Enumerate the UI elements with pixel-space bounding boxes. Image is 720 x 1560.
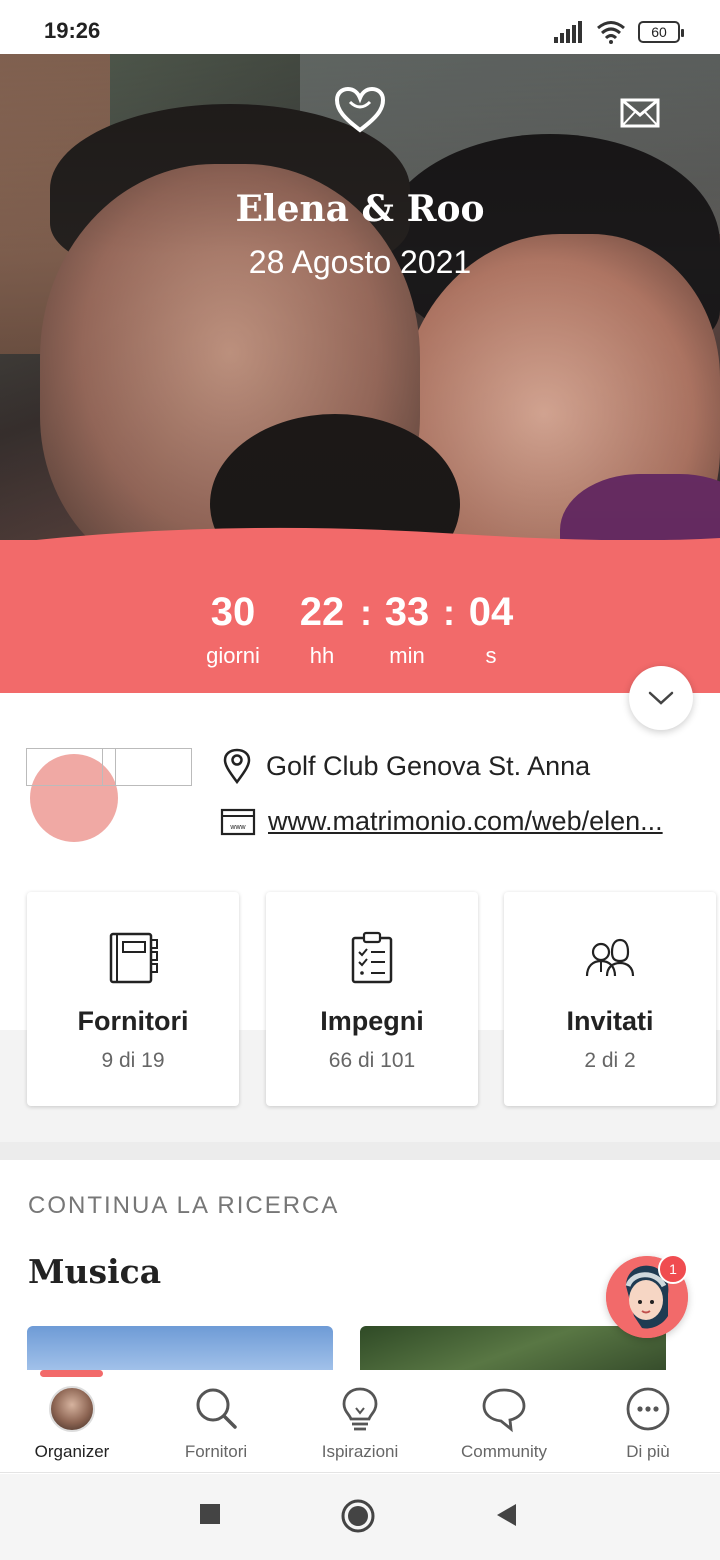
nav-item-di-piu[interactable]: Di più [576, 1384, 720, 1462]
guests-icon [585, 938, 635, 977]
countdown-days-value: 30 [210, 590, 256, 634]
music-thumbnail[interactable] [27, 1326, 333, 1376]
card-fornitori[interactable]: Fornitori 9 di 19 [27, 892, 239, 1106]
music-thumbnail[interactable] [360, 1326, 666, 1376]
countdown-hours-label: hh [309, 643, 335, 668]
venue-row[interactable]: Golf Club Genova St. Anna [220, 748, 590, 784]
web-browser-icon: www [220, 808, 256, 835]
mail-icon[interactable] [620, 98, 660, 128]
countdown-minutes-label: min [389, 643, 425, 668]
status-bar: 19:26 60 [0, 0, 720, 54]
card-impegni[interactable]: Impegni 66 di 101 [266, 892, 478, 1106]
back-icon[interactable] [494, 1502, 518, 1528]
nav-item-organizer[interactable]: Organizer [0, 1384, 144, 1462]
couple-photos[interactable] [26, 748, 196, 848]
nav-label: Organizer [34, 1442, 110, 1461]
active-tab-indicator [40, 1370, 103, 1377]
countdown-hours: 22 hh [277, 590, 367, 669]
recents-icon[interactable] [198, 1502, 222, 1526]
nav-label: Community [461, 1442, 547, 1461]
more-icon [626, 1387, 670, 1431]
countdown-seconds: 04 s [446, 590, 536, 669]
battery-icon: 60 [638, 21, 684, 43]
search-icon [196, 1388, 237, 1429]
card-title: Impegni [320, 1006, 424, 1036]
wifi-icon [597, 21, 625, 44]
countdown-seconds-value: 04 [468, 590, 514, 634]
card-title: Invitati [566, 1006, 654, 1036]
card-count: 2 di 2 [584, 1049, 636, 1072]
notebook-icon [109, 932, 158, 984]
card-count: 9 di 19 [101, 1049, 165, 1072]
expand-button[interactable] [629, 666, 693, 730]
countdown-seconds-label: s [485, 643, 497, 668]
countdown-minutes: 33 min [362, 590, 452, 669]
section-label: CONTINUA LA RICERCA [28, 1192, 340, 1219]
chevron-down-icon [648, 691, 674, 705]
card-count: 66 di 101 [328, 1049, 416, 1072]
status-time: 19:26 [44, 18, 101, 43]
countdown-days-label: giorni [206, 643, 260, 668]
broken-image-icon [102, 748, 192, 786]
chat-bubble-icon [482, 1388, 526, 1433]
heart-logo-icon [334, 86, 386, 133]
battery-level: 60 [651, 24, 667, 40]
wedding-date: 28 Agosto 2021 [248, 244, 472, 280]
countdown-wave [0, 527, 720, 574]
nav-label: Di più [626, 1442, 670, 1461]
website-row[interactable]: www www.matrimonio.com/web/elen... [220, 806, 694, 837]
venue-name: Golf Club Genova St. Anna [266, 750, 591, 781]
couple-name: Elena & Roo [235, 188, 485, 230]
location-pin-icon [223, 748, 251, 784]
notification-badge: 1 [658, 1254, 688, 1284]
status-icons: 60 [554, 18, 684, 46]
svg-text:www: www [229, 824, 246, 831]
section-title: Musica [28, 1252, 162, 1291]
nav-item-fornitori[interactable]: Fornitori [144, 1384, 288, 1462]
nav-label: Ispirazioni [321, 1442, 399, 1461]
home-icon[interactable] [340, 1498, 376, 1534]
countdown-minutes-value: 33 [384, 590, 430, 634]
avatar [49, 1386, 95, 1432]
nav-item-ispirazioni[interactable]: Ispirazioni [288, 1384, 432, 1462]
bottom-nav: Organizer Fornitori Ispirazioni Communit… [0, 1370, 720, 1473]
system-nav-bar [0, 1474, 720, 1560]
section-divider [0, 1142, 720, 1160]
card-title: Fornitori [77, 1006, 189, 1036]
website-link[interactable]: www.matrimonio.com/web/elen... [268, 806, 694, 837]
countdown-days: 30 giorni [188, 590, 278, 669]
countdown-hours-value: 22 [299, 590, 345, 634]
lightbulb-icon [342, 1387, 378, 1431]
checklist-icon [351, 931, 393, 984]
nav-label: Fornitori [184, 1442, 248, 1461]
card-invitati[interactable]: Invitati 2 di 2 [504, 892, 716, 1106]
signal-icon [554, 21, 582, 43]
nav-item-community[interactable]: Community [432, 1384, 576, 1462]
